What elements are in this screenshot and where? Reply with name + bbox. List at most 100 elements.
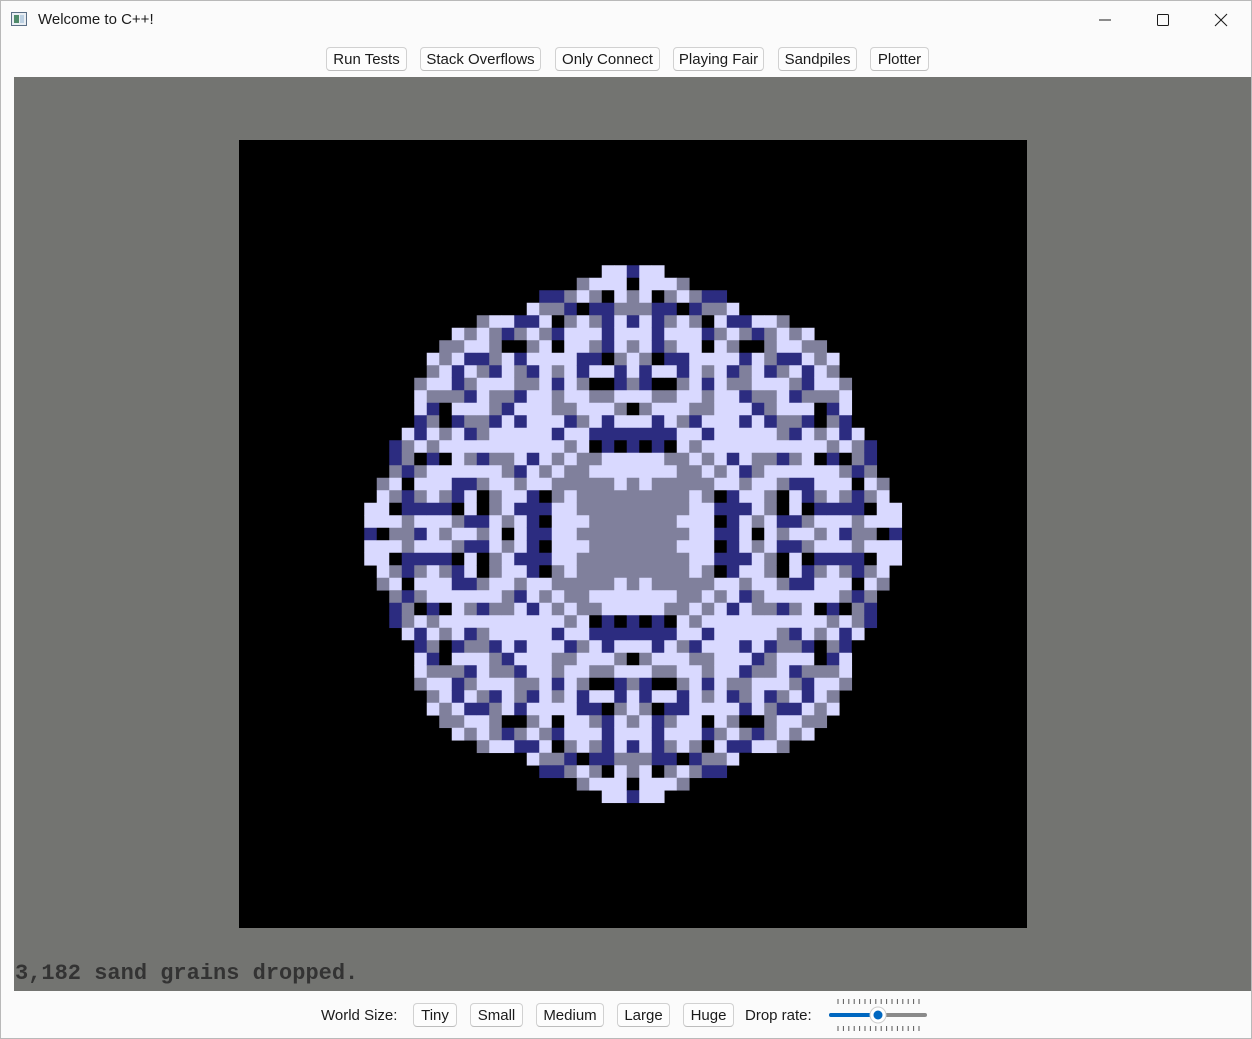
sand-cell: [489, 577, 503, 591]
sand-cell: [639, 452, 653, 466]
sandpiles-button[interactable]: Sandpiles: [778, 47, 857, 71]
sand-cell: [764, 502, 778, 516]
sand-cell: [814, 602, 828, 616]
sand-cell: [851, 502, 865, 516]
sand-cell: [426, 677, 440, 691]
only-connect-button[interactable]: Only Connect: [555, 47, 660, 71]
sand-cell: [701, 302, 715, 316]
drop-rate-slider[interactable]: [827, 995, 929, 1035]
sand-cell: [564, 502, 578, 516]
sand-cell: [664, 377, 678, 391]
size-tiny-button[interactable]: Tiny: [413, 1003, 457, 1027]
sand-cell: [614, 402, 628, 416]
sand-cell: [514, 490, 528, 504]
size-huge-button[interactable]: Huge: [683, 1003, 734, 1027]
sand-cell: [476, 352, 490, 366]
sand-cell: [551, 727, 565, 741]
sand-cell: [501, 677, 515, 691]
sand-cell: [526, 315, 540, 329]
sand-cell: [789, 352, 803, 366]
sand-cell: [501, 515, 515, 529]
sand-cell: [826, 440, 840, 454]
sand-cell: [489, 602, 503, 616]
maximize-button[interactable]: [1134, 1, 1192, 39]
sand-cell: [514, 515, 528, 529]
sand-cell: [714, 527, 728, 541]
stack-overflows-button[interactable]: Stack Overflows: [420, 47, 541, 71]
size-large-button[interactable]: Large: [617, 1003, 670, 1027]
sand-cell: [826, 427, 840, 441]
sand-cell: [489, 402, 503, 416]
size-small-button[interactable]: Small: [470, 1003, 523, 1027]
sand-cell: [726, 340, 740, 354]
sand-cell: [464, 377, 478, 391]
sand-cell: [551, 452, 565, 466]
sand-cell: [539, 677, 553, 691]
sand-cell: [676, 427, 690, 441]
sand-cell: [739, 515, 753, 529]
sand-cell: [751, 352, 765, 366]
sand-cell: [401, 427, 415, 441]
sand-cell: [864, 552, 878, 566]
sand-cell: [564, 727, 578, 741]
sand-cell: [489, 540, 503, 554]
sand-cell: [664, 715, 678, 729]
sand-cell: [576, 315, 590, 329]
sand-cell: [639, 340, 653, 354]
sand-cell: [726, 302, 740, 316]
sand-cell: [526, 540, 540, 554]
sand-cell: [789, 690, 803, 704]
sand-cell: [651, 665, 665, 679]
sand-cell: [589, 490, 603, 504]
sand-cell: [589, 740, 603, 754]
sand-cell: [514, 690, 528, 704]
sand-cell: [676, 290, 690, 304]
sand-cell: [451, 627, 465, 641]
sand-cell: [701, 490, 715, 504]
sand-cell: [464, 627, 478, 641]
sand-cell: [864, 540, 878, 554]
minimize-button[interactable]: [1076, 1, 1134, 39]
sand-cell: [826, 540, 840, 554]
sand-cell: [414, 627, 428, 641]
sand-cell: [714, 427, 728, 441]
window-title: Welcome to C++!: [38, 11, 154, 28]
sand-cell: [751, 340, 765, 354]
sand-cell: [576, 665, 590, 679]
sand-cell: [789, 590, 803, 604]
sand-cell: [501, 340, 515, 354]
sand-cell: [501, 465, 515, 479]
playing-fair-button[interactable]: Playing Fair: [673, 47, 764, 71]
sand-cell: [676, 752, 690, 766]
sand-cell: [676, 727, 690, 741]
run-tests-button[interactable]: Run Tests: [326, 47, 407, 71]
sand-cell: [576, 515, 590, 529]
sand-cell: [601, 740, 615, 754]
sand-cell: [414, 615, 428, 629]
sand-cell: [489, 640, 503, 654]
sand-cell: [501, 552, 515, 566]
slider-ticks-bottom: [837, 1026, 920, 1031]
sand-cell: [801, 415, 815, 429]
sand-cell: [701, 702, 715, 716]
close-button[interactable]: [1192, 1, 1250, 39]
sand-cell: [576, 352, 590, 366]
sand-cell: [626, 777, 640, 791]
sand-cell: [526, 665, 540, 679]
sand-cell: [514, 715, 528, 729]
slider-thumb-center: [873, 1010, 883, 1020]
sand-cell: [614, 702, 628, 716]
title-bar[interactable]: Welcome to C++!: [1, 1, 1251, 39]
sand-cell: [601, 640, 615, 654]
sand-cell: [376, 477, 390, 491]
sand-cell: [789, 327, 803, 341]
sand-cell: [526, 515, 540, 529]
sand-cell: [689, 440, 703, 454]
sand-cell: [826, 577, 840, 591]
size-medium-button[interactable]: Medium: [536, 1003, 604, 1027]
sand-cell: [651, 627, 665, 641]
sandpile-board[interactable]: [239, 140, 1027, 928]
plotter-button[interactable]: Plotter: [870, 47, 929, 71]
sand-cell: [464, 477, 478, 491]
sand-cell: [851, 540, 865, 554]
